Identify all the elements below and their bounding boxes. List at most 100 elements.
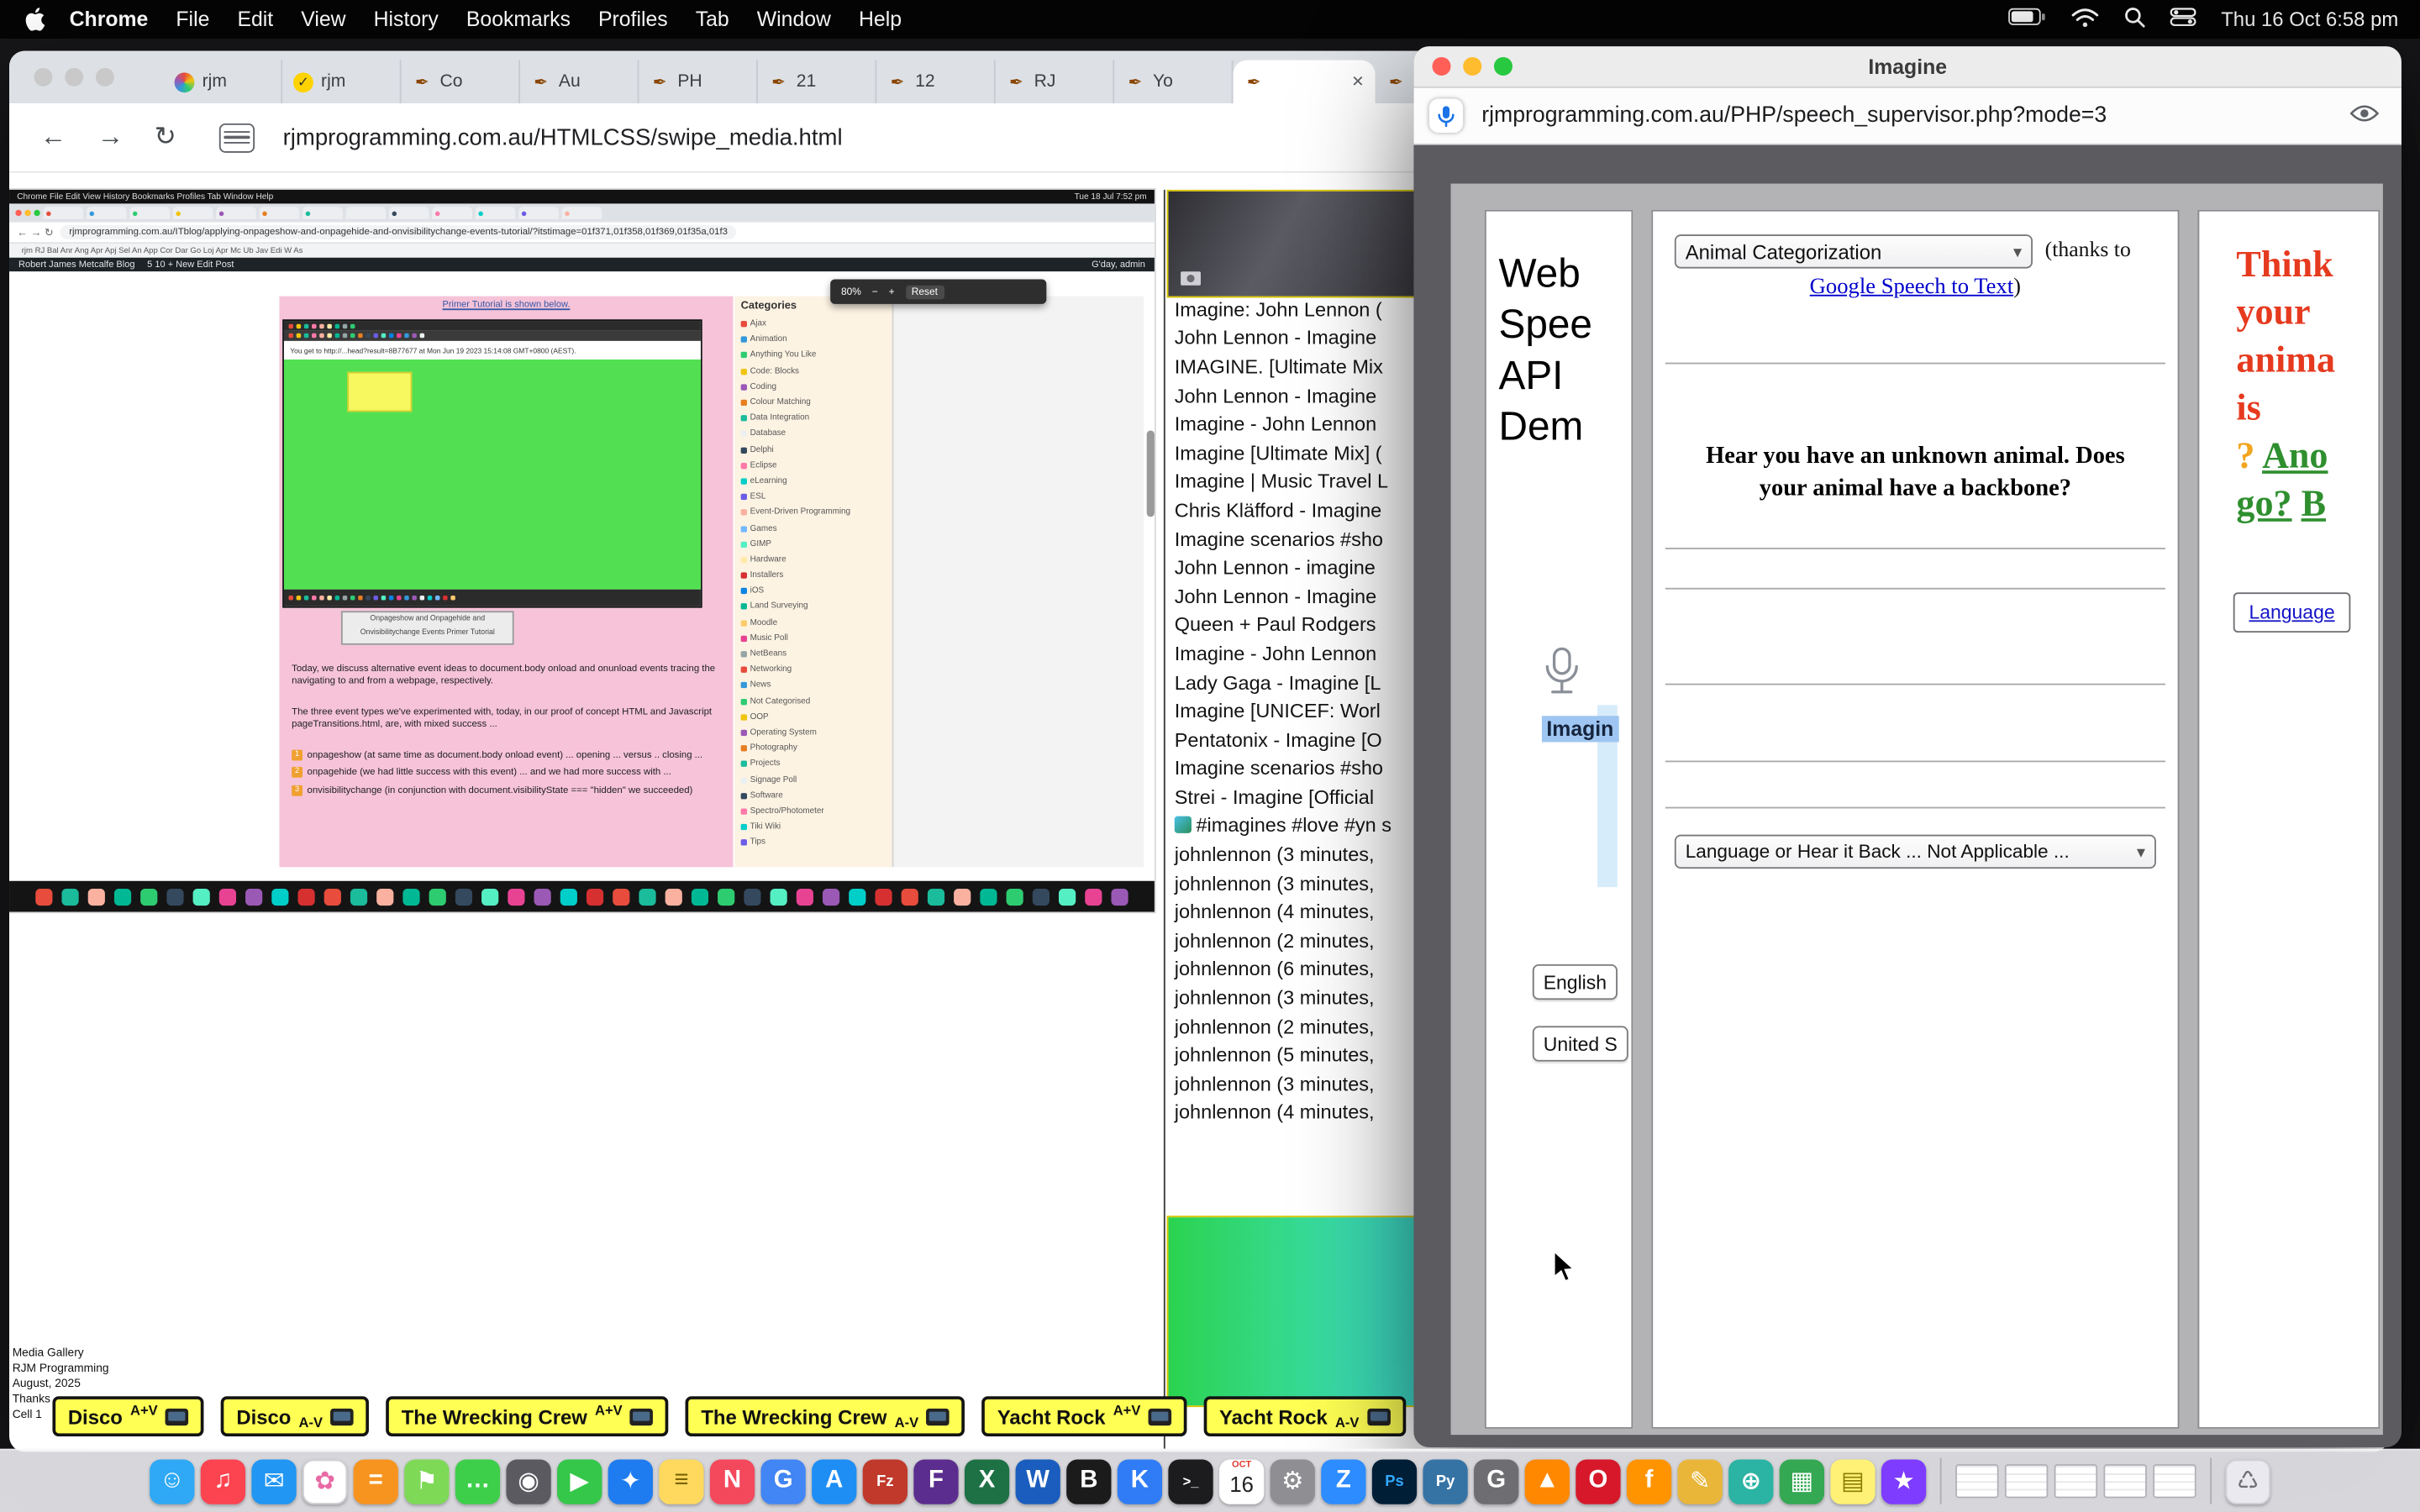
playlist-item[interactable]: johnlennon (3 minutes, (1168, 983, 1418, 1011)
back-link[interactable]: B (2302, 485, 2326, 525)
category-item[interactable]: News (741, 678, 886, 694)
language-link[interactable]: Language (2249, 601, 2334, 623)
media-button[interactable]: The Wrecking CrewA-V (686, 1396, 965, 1436)
zoom-window-button[interactable] (1494, 57, 1512, 76)
media-button[interactable]: The Wrecking CrewA+V (386, 1396, 668, 1436)
menu-bar-clock[interactable]: Thu 16 Oct 6:58 pm (2221, 8, 2398, 31)
reload-button[interactable]: ↻ (155, 122, 176, 153)
google-speech-to-text-link[interactable]: Google Speech to Text (1810, 275, 2013, 299)
category-item[interactable]: Tips (741, 835, 886, 851)
forward-button[interactable]: → (97, 122, 124, 153)
eye-icon[interactable] (2349, 102, 2381, 133)
python-icon[interactable]: Py (1423, 1459, 1467, 1504)
category-item[interactable]: Operating System (741, 725, 886, 741)
category-item[interactable]: Coding (741, 379, 886, 395)
firefox-icon[interactable]: f (1627, 1459, 1671, 1504)
selected-transcript-word[interactable]: Imagin (1542, 716, 1618, 742)
apple-menu-icon[interactable] (24, 8, 45, 31)
embedded-screenshot-media[interactable]: Chrome File Edit View History Bookmarks … (9, 190, 1155, 912)
playlist-item[interactable]: IMAGINE. [Ultimate Mix (1168, 352, 1418, 381)
control-center-icon[interactable] (2170, 8, 2196, 31)
menu-item-bookmarks[interactable]: Bookmarks (466, 8, 571, 31)
close-window-button[interactable] (1432, 57, 1450, 76)
playlist-item[interactable]: Queen + Paul Rodgers (1168, 610, 1418, 638)
music-icon[interactable]: ♫ (201, 1459, 245, 1504)
category-item[interactable]: Moodle (741, 615, 886, 631)
browser-tab[interactable]: ✒21 (758, 60, 876, 103)
mail-icon[interactable]: ✉ (251, 1459, 296, 1504)
playlist-item[interactable]: John Lennon - imagine (1168, 553, 1418, 581)
category-item[interactable]: iOS (741, 584, 886, 600)
word-icon[interactable]: W (1016, 1459, 1060, 1504)
browser-tab[interactable]: ✒RJ (996, 60, 1114, 103)
category-item[interactable]: Land Surveying (741, 599, 886, 615)
category-item[interactable]: Ajax (741, 317, 886, 333)
browser-tab[interactable]: rjm (164, 60, 282, 103)
category-item[interactable]: Colour Matching (741, 395, 886, 411)
playlist-item[interactable]: johnlennon (2 minutes, (1168, 926, 1418, 954)
messages-icon[interactable]: … (455, 1459, 500, 1504)
fonts-icon[interactable]: F (913, 1459, 958, 1504)
category-item[interactable]: Not Categorised (741, 694, 886, 710)
playlist-item[interactable]: johnlennon (4 minutes, (1168, 897, 1418, 926)
address-bar[interactable]: rjmprogramming.com.au/PHP/speech_supervi… (1481, 103, 2107, 128)
primer-tutorial-link[interactable]: Primer Tutorial is shown below. (279, 301, 733, 310)
zoom-reset-button[interactable]: Reset (905, 285, 944, 299)
camera-icon[interactable]: ◉ (506, 1459, 550, 1504)
category-item[interactable]: Photography (741, 741, 886, 757)
category-item[interactable]: Software (741, 788, 886, 804)
category-item[interactable]: Code: Blocks (741, 364, 886, 380)
photoshop-icon[interactable]: Ps (1372, 1459, 1417, 1504)
category-item[interactable]: Installers (741, 568, 886, 584)
browser-tab[interactable]: ✒PH (639, 60, 757, 103)
playlist-item[interactable]: Chris Kläfford - Imagine (1168, 496, 1418, 524)
playlist-item[interactable]: Imagine: John Lennon ( (1168, 295, 1418, 323)
category-item[interactable]: ESL (741, 489, 886, 505)
globe-icon[interactable]: ⊕ (1728, 1459, 1773, 1504)
browser-tab-active[interactable]: ✒✕ (1234, 60, 1376, 103)
wifi-icon[interactable] (2071, 7, 2099, 31)
playlist-item[interactable]: Imagine | Music Travel L (1168, 467, 1418, 496)
zoom-out-button[interactable]: − (872, 286, 878, 297)
search-icon[interactable] (2124, 6, 2146, 32)
category-item[interactable]: Games (741, 521, 886, 537)
category-item[interactable]: NetBeans (741, 646, 886, 662)
category-item[interactable]: Eclipse (741, 458, 886, 474)
minimized-window-thumbnail[interactable] (2103, 1464, 2146, 1498)
category-item[interactable]: Projects (741, 756, 886, 772)
minimized-window-thumbnail[interactable] (2054, 1464, 2097, 1498)
menu-item-edit[interactable]: Edit (237, 8, 273, 31)
close-window-button[interactable] (34, 68, 52, 87)
category-item[interactable]: Hardware (741, 552, 886, 568)
go-link[interactable]: go? (2236, 485, 2291, 525)
playlist-item[interactable]: John Lennon - Imagine (1168, 381, 1418, 409)
menu-item-tab[interactable]: Tab (696, 8, 729, 31)
menu-item-view[interactable]: View (301, 8, 345, 31)
microphone-permission-icon[interactable] (1429, 99, 1463, 133)
appstore-icon[interactable]: A (812, 1459, 856, 1504)
media-button[interactable]: Yacht RockA-V (1204, 1396, 1406, 1436)
category-select[interactable]: Animal Categorization ▾ (1675, 234, 2033, 268)
playlist-item[interactable]: Imagine - John Lennon (1168, 409, 1418, 438)
playlist-item[interactable]: Imagine scenarios #sho (1168, 524, 1418, 553)
browser-tab[interactable]: ✓rjm (282, 60, 401, 103)
imovie-icon[interactable]: ★ (1881, 1459, 1926, 1504)
zoom-icon[interactable]: Z (1321, 1459, 1365, 1504)
microphone-icon[interactable] (1542, 647, 1582, 704)
playlist-item[interactable]: #imagines #love #yn s (1168, 811, 1418, 840)
another-go-link[interactable]: Ano (2262, 437, 2328, 477)
playlist-item[interactable]: Imagine [Ultimate Mix] ( (1168, 438, 1418, 467)
browser-tab[interactable]: ✒Au (520, 60, 639, 103)
playlist-item[interactable]: Imagine scenarios #sho (1168, 753, 1418, 782)
zoom-in-button[interactable]: + (889, 286, 895, 297)
excel-icon[interactable]: X (965, 1459, 1009, 1504)
maps-icon[interactable]: ⚑ (404, 1459, 449, 1504)
active-app-name[interactable]: Chrome (70, 8, 149, 31)
address-bar[interactable]: rjmprogramming.com.au/HTMLCSS/swipe_medi… (283, 124, 843, 150)
zoom-window-button[interactable] (96, 68, 114, 87)
bold-icon[interactable]: B (1066, 1459, 1111, 1504)
site-info-icon[interactable] (219, 123, 255, 152)
calendar-icon[interactable]: OCT16 (1219, 1459, 1264, 1504)
category-item[interactable]: Data Integration (741, 411, 886, 427)
category-item[interactable]: Spectro/Photometer (741, 804, 886, 820)
